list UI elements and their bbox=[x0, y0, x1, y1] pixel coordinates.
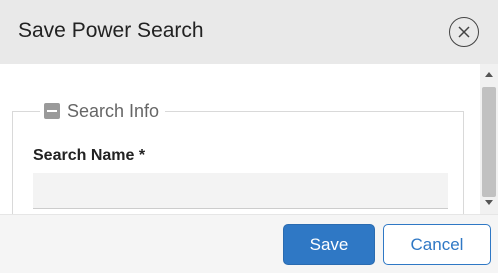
scrollbar-thumb[interactable] bbox=[482, 87, 496, 197]
scroll-down-arrow-icon[interactable] bbox=[485, 200, 493, 205]
vertical-scrollbar[interactable] bbox=[480, 64, 498, 214]
cancel-button[interactable]: Cancel bbox=[383, 224, 491, 265]
dialog-footer: Save Cancel bbox=[0, 214, 498, 273]
dialog-header: Save Power Search bbox=[0, 0, 498, 64]
dialog-title: Save Power Search bbox=[18, 19, 204, 42]
save-button[interactable]: Save bbox=[283, 224, 375, 265]
minus-square-icon[interactable] bbox=[44, 103, 60, 119]
search-info-legend: Search Info bbox=[40, 99, 166, 123]
close-button[interactable] bbox=[449, 17, 479, 47]
close-icon bbox=[458, 26, 470, 38]
section-title: Search Info bbox=[67, 100, 160, 121]
scroll-up-arrow-icon[interactable] bbox=[485, 72, 493, 77]
save-power-search-dialog: Save Power Search Search Info Search Nam… bbox=[0, 0, 498, 273]
dialog-body: Search Info Search Name * bbox=[0, 64, 480, 214]
search-name-input[interactable] bbox=[33, 173, 448, 209]
search-name-label: Search Name * bbox=[33, 147, 146, 164]
